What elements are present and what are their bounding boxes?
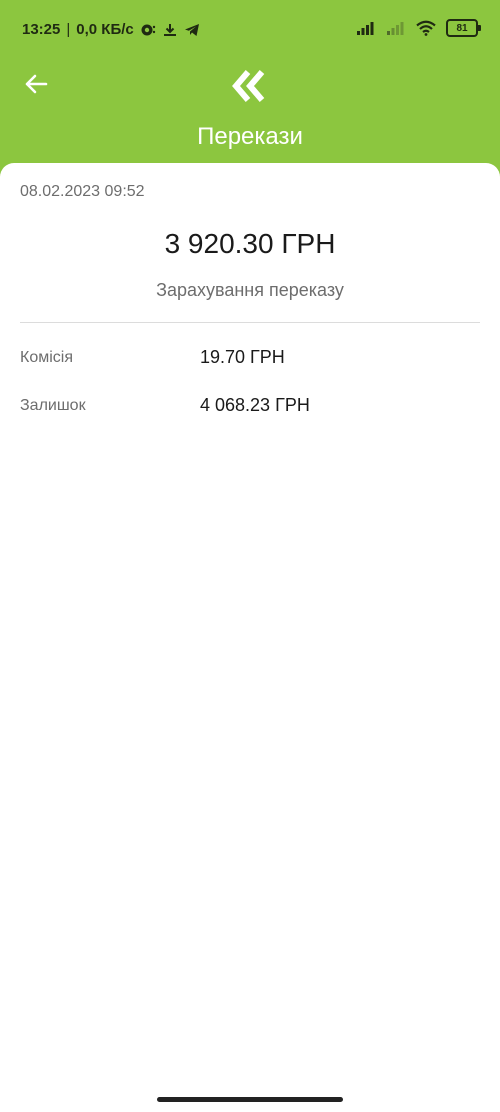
detail-label: Залишок	[20, 397, 86, 414]
status-left: 13:25 | 0,0 КБ/с	[22, 21, 200, 38]
status-time: 13:25	[22, 21, 61, 38]
signal-2-icon	[387, 22, 404, 35]
divider	[20, 322, 480, 323]
network-speed: 0,0 КБ/с	[76, 21, 134, 38]
detail-row-balance: Залишок 4 068.23 ГРН	[20, 395, 480, 421]
transaction-amount: 3 920.30 ГРН	[164, 228, 336, 259]
app-header: Перекази	[0, 60, 500, 165]
detail-row-commission: Комісія 19.70 ГРН	[20, 347, 480, 373]
detail-value: 19.70 ГРН	[200, 347, 285, 367]
battery-icon: 81	[446, 19, 481, 37]
status-right: 81	[356, 19, 481, 37]
bank-logo-icon	[232, 70, 265, 102]
status-separator: |	[66, 21, 71, 38]
notification-icon	[141, 24, 155, 35]
download-icon	[163, 23, 176, 36]
wifi-icon	[416, 20, 436, 36]
detail-label: Комісія	[20, 349, 73, 366]
transaction-details-card: 08.02.2023 09:52 3 920.30 ГРН Зарахуванн…	[0, 163, 500, 1112]
detail-value: 4 068.23 ГРН	[200, 395, 310, 415]
home-indicator[interactable]	[157, 1097, 343, 1102]
transaction-datetime: 08.02.2023 09:52	[20, 183, 145, 200]
status-bar: 13:25 | 0,0 КБ/с 81	[0, 0, 500, 60]
signal-icon	[357, 22, 374, 35]
battery-level: 81	[456, 22, 468, 34]
page-title: Перекази	[197, 123, 303, 150]
back-arrow-icon[interactable]	[20, 68, 52, 100]
telegram-icon	[184, 23, 199, 36]
transaction-description: Зарахування переказу	[156, 280, 344, 300]
